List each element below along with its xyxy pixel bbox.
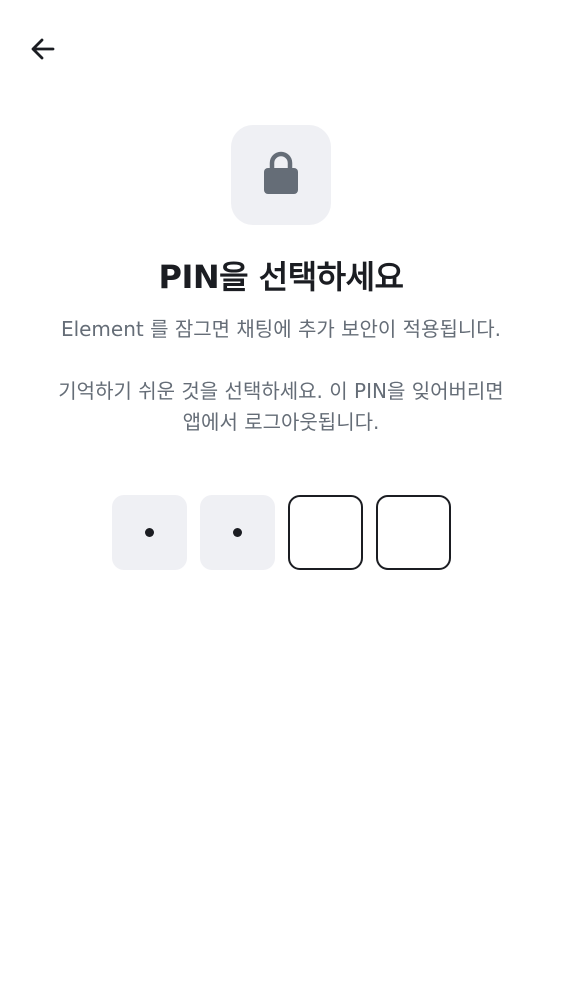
description-line-1: Element 를 잠그면 채팅에 추가 보안이 적용됩니다. bbox=[60, 317, 502, 341]
pin-dot bbox=[145, 528, 154, 537]
description-warning: 기억하기 쉬운 것을 선택하세요. 이 PIN을 잊어버리면 앱에서 로그아웃됩… bbox=[20, 376, 542, 438]
arrow-left-icon bbox=[29, 35, 57, 67]
pin-digit-2[interactable] bbox=[200, 495, 275, 570]
page-title: PIN을 선택하세요 bbox=[158, 258, 404, 296]
pin-digit-3[interactable] bbox=[288, 495, 363, 570]
pin-digit-1[interactable] bbox=[112, 495, 187, 570]
pin-digit-4[interactable] bbox=[376, 495, 451, 570]
pin-dot bbox=[233, 528, 242, 537]
description-line-2a: 기억하기 쉬운 것을 선택하세요. 이 PIN을 잊어버리면 bbox=[58, 379, 504, 403]
lock-icon bbox=[261, 149, 301, 201]
back-button[interactable] bbox=[22, 30, 64, 72]
pin-input[interactable] bbox=[112, 495, 451, 570]
description-line-2b: 앱에서 로그아웃됩니다. bbox=[182, 410, 380, 434]
lock-tile bbox=[231, 125, 331, 225]
description-security: Element 를 잠그면 채팅에 추가 보안이 적용됩니다. bbox=[20, 314, 542, 345]
